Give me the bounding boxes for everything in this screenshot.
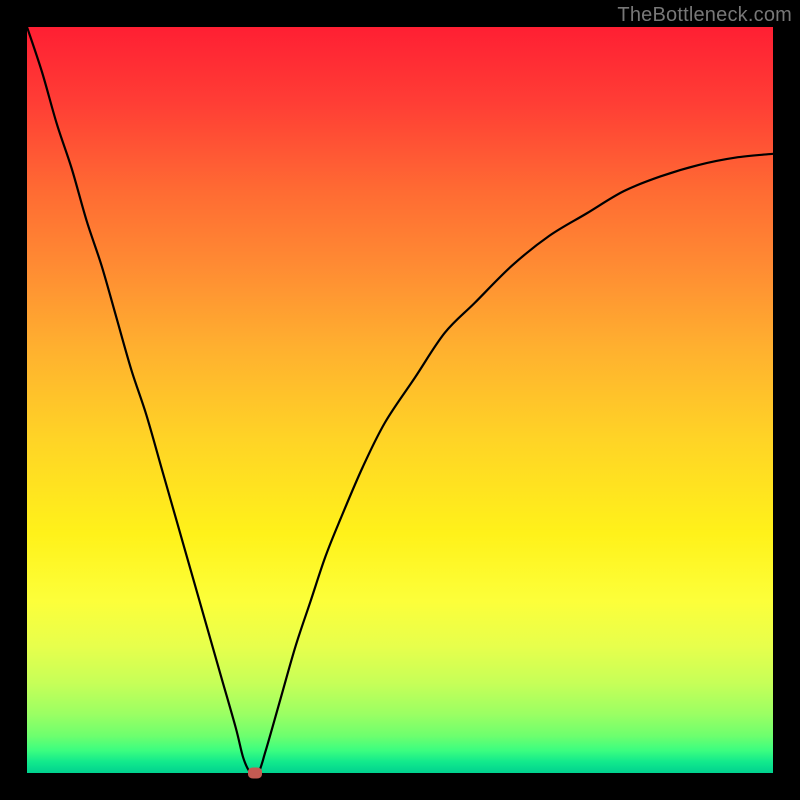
plot-area [27, 27, 773, 773]
chart-frame: TheBottleneck.com [0, 0, 800, 800]
optimum-marker [248, 768, 262, 779]
watermark-text: TheBottleneck.com [617, 4, 792, 27]
bottleneck-curve [27, 27, 773, 773]
